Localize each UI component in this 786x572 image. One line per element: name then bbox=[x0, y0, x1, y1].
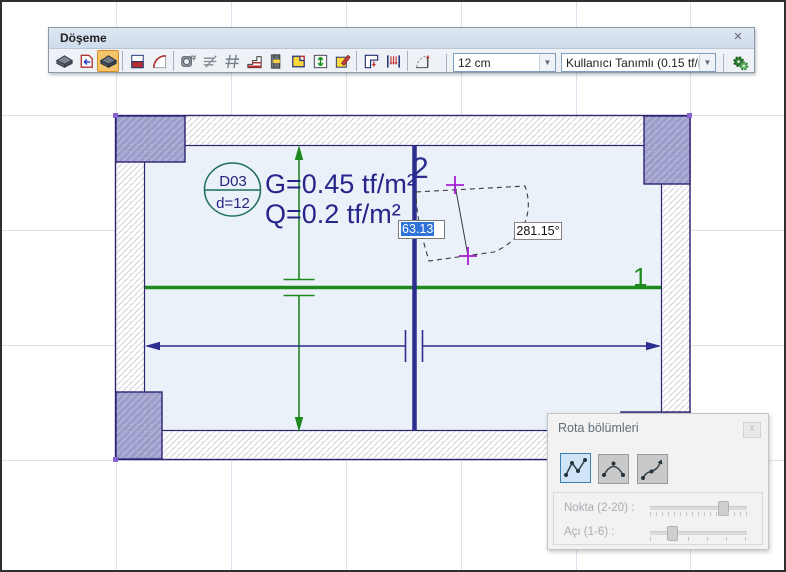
column-top-right[interactable] bbox=[643, 115, 691, 185]
slab-id-text: D03 bbox=[219, 173, 247, 190]
arc-mode-button[interactable] bbox=[598, 454, 629, 484]
app-window: 1 2 D03 d=12 G=0.45 tf/m² Q=0.2 tf/m² 63… bbox=[0, 0, 786, 572]
toolbar-separator bbox=[173, 51, 174, 71]
column-bottom-left[interactable] bbox=[115, 391, 163, 460]
curve-mode-button[interactable] bbox=[637, 454, 668, 484]
route-sections-panel: Rota bölümleri x Nokta (2-20): Açı (1-6… bbox=[547, 413, 769, 550]
slab-stretch-icon[interactable] bbox=[309, 50, 331, 72]
toolbar-separator bbox=[122, 51, 123, 71]
slab-slope-icon[interactable] bbox=[199, 50, 221, 72]
live-load-text: Q=0.2 tf/m² bbox=[265, 199, 401, 229]
panel-title: Rota bölümleri bbox=[558, 421, 639, 435]
points-slider-ticks bbox=[650, 512, 747, 516]
slab-drop-panel-icon[interactable] bbox=[265, 50, 287, 72]
dead-load-text: G=0.45 tf/m² bbox=[265, 169, 416, 199]
slab-draw-icon[interactable] bbox=[97, 50, 119, 72]
angle-slider-label: Açı (1-6) : bbox=[564, 526, 615, 538]
slab-thickness-combo-value: 12 cm bbox=[458, 55, 491, 70]
chevron-down-icon[interactable]: ▼ bbox=[539, 54, 555, 71]
angle-slider-ticks bbox=[650, 537, 747, 541]
points-slider-label: Nokta (2-20) : bbox=[564, 502, 635, 514]
slab-polygon-edit-icon[interactable] bbox=[287, 50, 309, 72]
angle-readout: 281.15° bbox=[514, 222, 562, 240]
curve-icon bbox=[641, 459, 663, 480]
slab-modify-icon[interactable] bbox=[331, 50, 353, 72]
angle-input[interactable]: 63.13 bbox=[398, 220, 445, 239]
slab-thickness-combo[interactable]: 12 cm ▼ bbox=[453, 53, 556, 72]
angle-input-value: 63.13 bbox=[401, 222, 435, 236]
toolbar-separator bbox=[356, 51, 357, 71]
settings-gears-icon[interactable] bbox=[730, 53, 751, 73]
slab-icon[interactable] bbox=[53, 50, 75, 72]
slider-group-box: Nokta (2-20) : Açı (1-6) : bbox=[553, 492, 763, 545]
slab-load-distribution-icon[interactable] bbox=[382, 50, 404, 72]
toolbar-title: Döşeme bbox=[60, 31, 107, 45]
arc-icon bbox=[602, 461, 625, 477]
slab-section-icon[interactable] bbox=[126, 50, 148, 72]
column-top-left[interactable] bbox=[115, 115, 186, 163]
slab-load-combo-value: Kullanıcı Tanımlı (0.15 tf/m² bbox=[566, 55, 699, 70]
chevron-down-icon[interactable]: ▼ bbox=[699, 54, 715, 71]
angle-slider[interactable] bbox=[650, 526, 747, 541]
polyline-mode-button[interactable] bbox=[560, 453, 591, 483]
slab-toolbar-window: Döşeme ✕ 12 cm ▼ Kullanıcı Tanımlı (0.15… bbox=[48, 27, 755, 73]
points-slider[interactable] bbox=[650, 501, 747, 516]
axis-1-label: 1 bbox=[633, 262, 647, 292]
toolbar-titlebar[interactable]: Döşeme ✕ bbox=[49, 28, 754, 49]
toolbar-close-button[interactable]: ✕ bbox=[731, 30, 745, 44]
toolbar-separator bbox=[723, 54, 724, 72]
slab-thickness-text: d=12 bbox=[216, 195, 250, 212]
slab-opening-icon[interactable] bbox=[177, 50, 199, 72]
slab-corner-load-icon[interactable] bbox=[360, 50, 382, 72]
toolbar-separator bbox=[446, 54, 447, 72]
panel-close-button[interactable]: x bbox=[743, 422, 761, 438]
toolbar-separator bbox=[407, 51, 408, 71]
slab-load-combo[interactable]: Kullanıcı Tanımlı (0.15 tf/m² ▼ bbox=[561, 53, 716, 72]
slab-hatch-icon[interactable] bbox=[221, 50, 243, 72]
polyline-icon bbox=[564, 458, 587, 477]
slab-steps-icon[interactable] bbox=[243, 50, 265, 72]
slab-arc-edge-icon[interactable] bbox=[148, 50, 170, 72]
slab-boundary-edit-icon[interactable] bbox=[75, 50, 97, 72]
slab-angle-measure-icon[interactable] bbox=[411, 50, 433, 72]
